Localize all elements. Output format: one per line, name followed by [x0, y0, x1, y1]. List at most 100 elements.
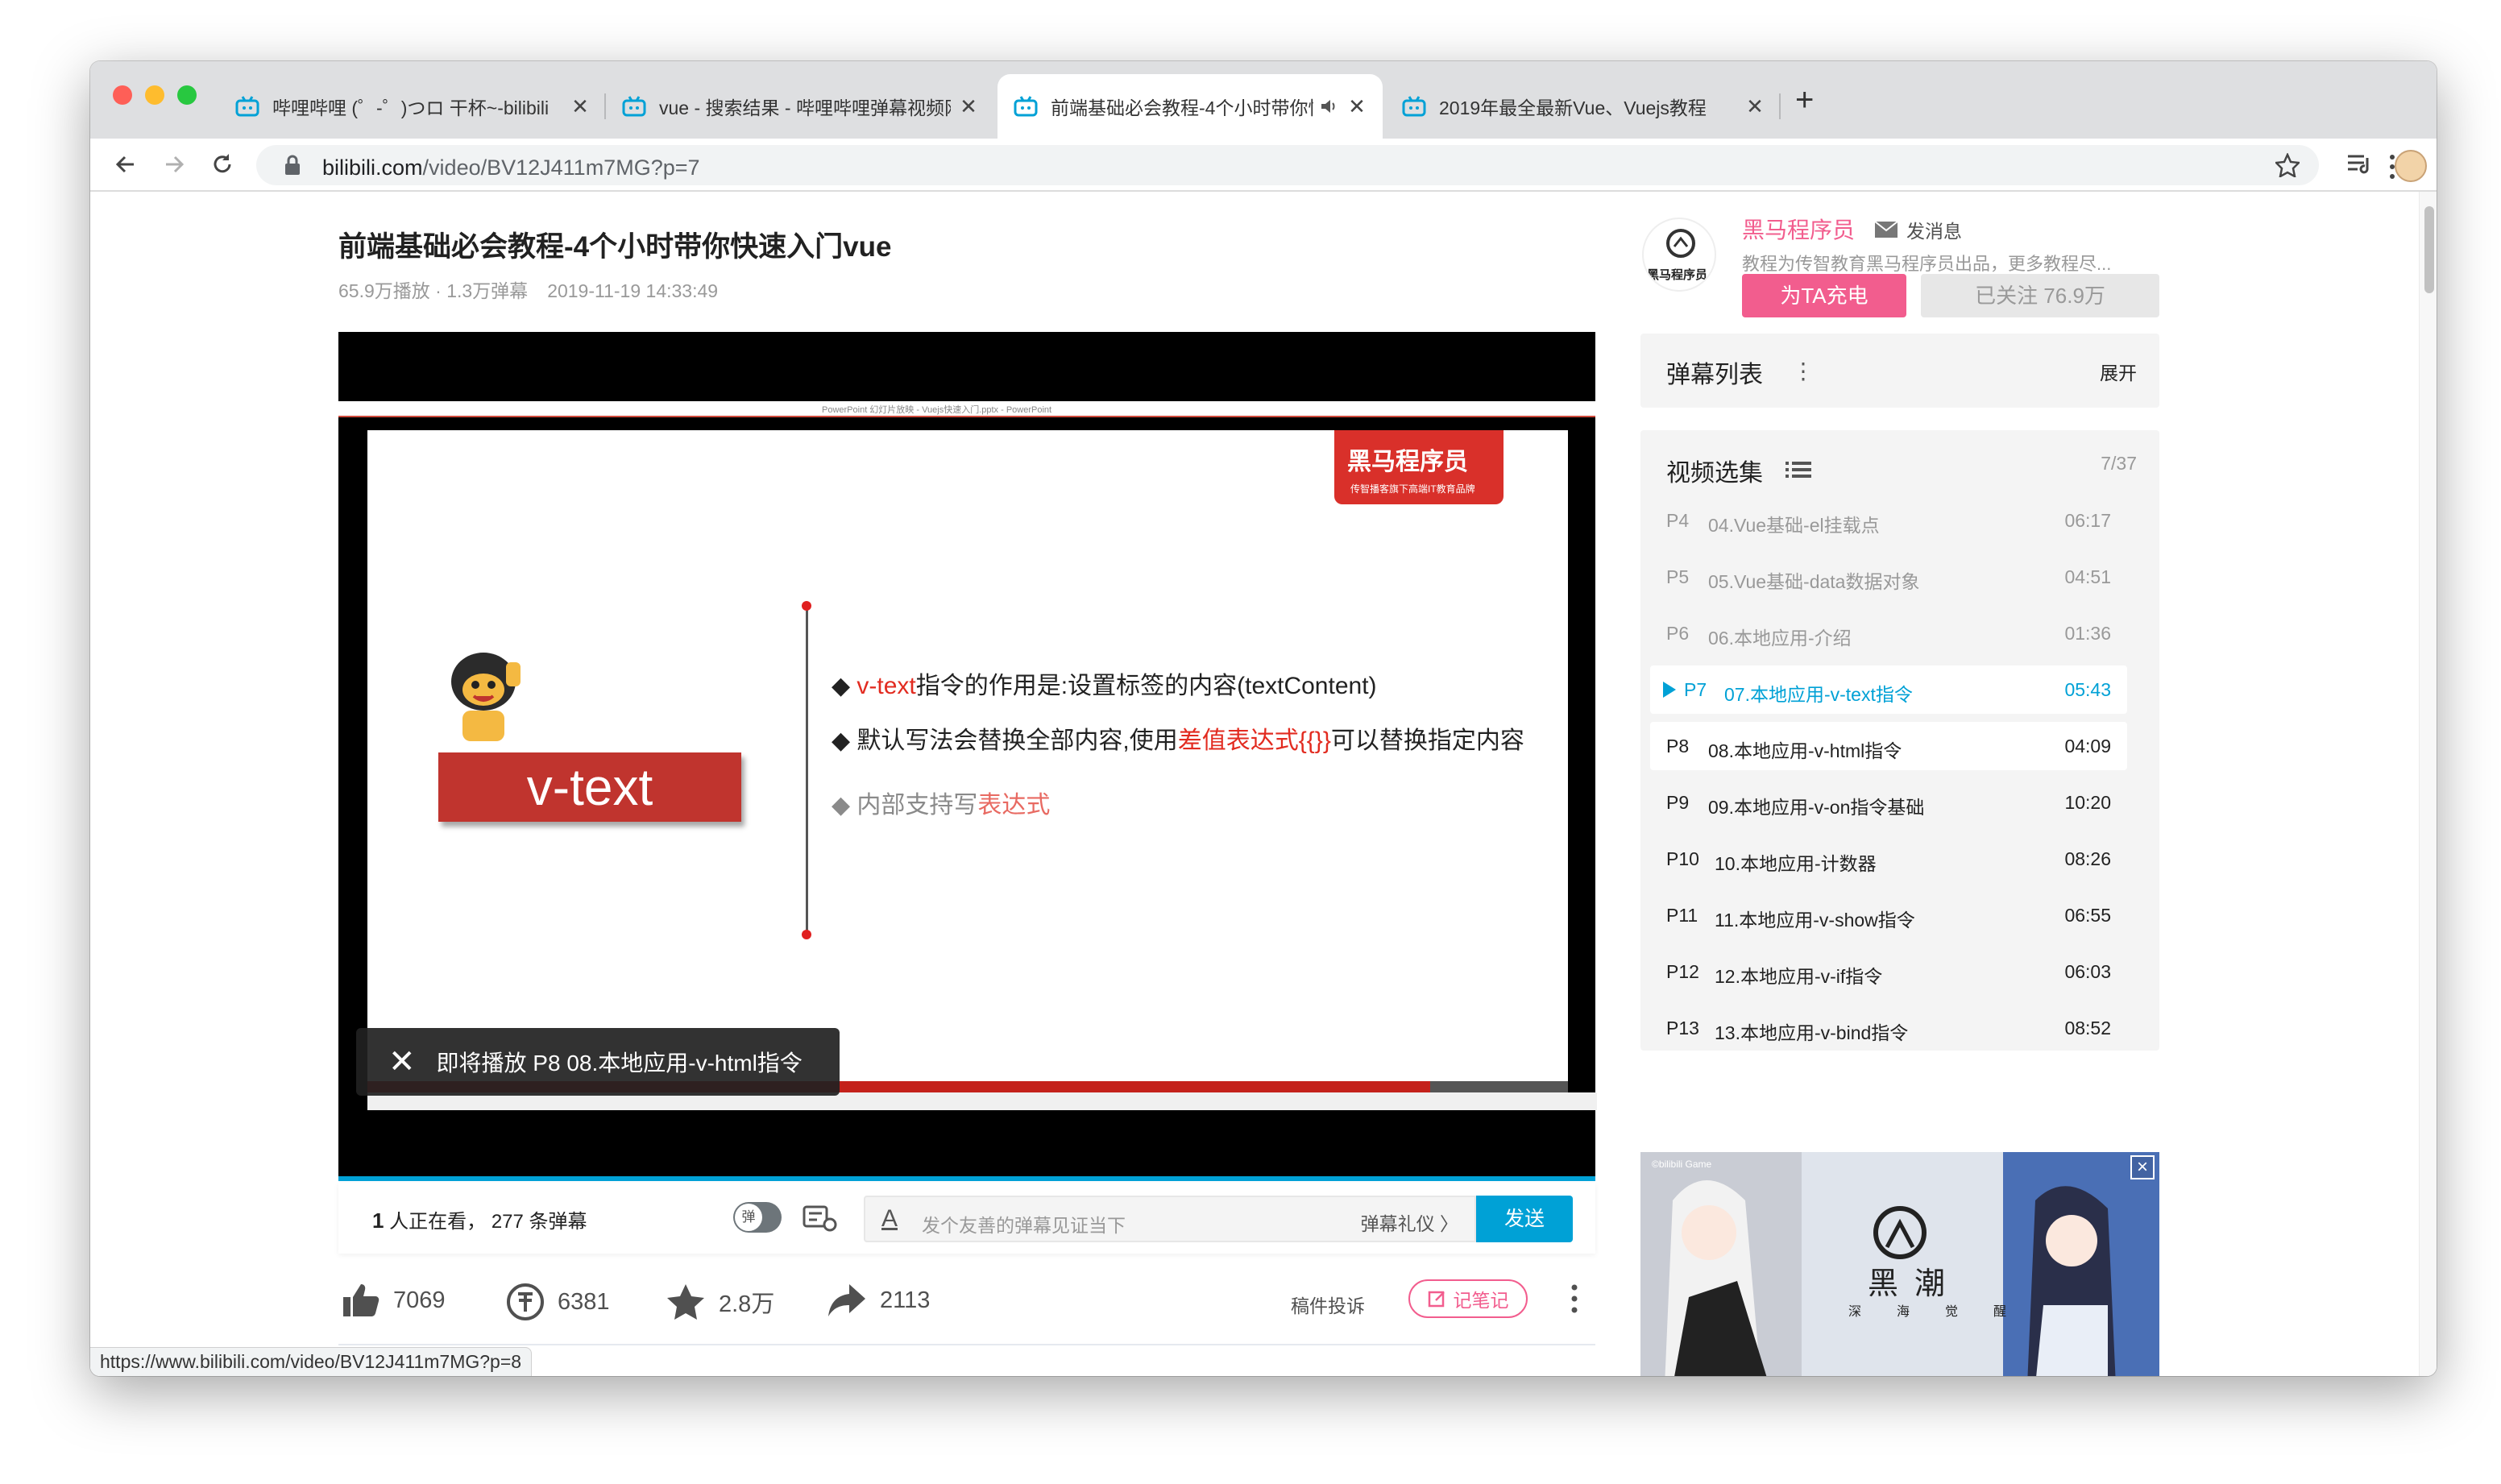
- note-button[interactable]: 记笔记: [1408, 1279, 1528, 1318]
- note-label: 记笔记: [1453, 1290, 1509, 1311]
- page-scrollbar[interactable]: [2419, 192, 2437, 1376]
- divider: [338, 1344, 1595, 1345]
- next-tip-text: 即将播放 P8 08.本地应用-v-html指令: [436, 1051, 803, 1076]
- episode-duration: 05:43: [2064, 679, 2111, 700]
- ad-logo-subtext: 深海觉醒: [1848, 1305, 2043, 1319]
- scrollbar-thumb[interactable]: [2424, 206, 2434, 293]
- danmaku-etiquette-link[interactable]: 弹幕礼仪 〉: [1361, 1208, 1458, 1236]
- episode-number: P4: [1666, 510, 1690, 531]
- ad-banner[interactable]: ©bilibili Game 黑潮 深海觉醒 ×: [1640, 1152, 2159, 1376]
- reload-icon[interactable]: [208, 150, 237, 179]
- episode-number: P10: [1666, 848, 1699, 869]
- playlist-item[interactable]: P13 13.本地应用-v-bind指令 08:52: [1650, 1004, 2127, 1051]
- speaker-icon[interactable]: [1320, 98, 1339, 114]
- tab-separator: [1779, 93, 1781, 119]
- kebab-menu-icon[interactable]: [2388, 153, 2396, 180]
- maximize-window-button[interactable]: [177, 85, 197, 105]
- player-progress-bar[interactable]: [338, 1176, 1595, 1181]
- minimize-window-button[interactable]: [145, 85, 164, 105]
- tab-bilibili-home[interactable]: 哔哩哔哩 (゜-゜)つロ 干杯~-bilibili ✕: [219, 74, 606, 139]
- coin-button[interactable]: 6381: [506, 1283, 610, 1321]
- playlist-item[interactable]: P4 04.Vue基础-el挂载点 06:17: [1650, 496, 2127, 545]
- lock-icon[interactable]: [284, 155, 301, 176]
- reading-list-icon[interactable]: [2346, 153, 2374, 177]
- divider-dot-top: [802, 601, 811, 611]
- coin-icon: [507, 1283, 544, 1320]
- close-tab-icon[interactable]: ✕: [1745, 94, 1765, 119]
- tab-current-video[interactable]: 前端基础必会教程-4个小时带你快速入门vue ✕: [997, 74, 1383, 139]
- bullet-text: 默认写法会替换全部内容,使用: [856, 727, 1178, 754]
- playlist-item[interactable]: P12 12.本地应用-v-if指令 06:03: [1650, 947, 2127, 996]
- text-style-icon[interactable]: A: [881, 1205, 898, 1233]
- favorite-button[interactable]: 2.8万: [666, 1283, 774, 1321]
- danmaku-placeholder: 发个友善的弹幕见证当下: [922, 1215, 1126, 1236]
- slide-progress-track: [1430, 1081, 1568, 1092]
- playlist-item-next[interactable]: P8 08.本地应用-v-html指令 04:09: [1650, 722, 2127, 770]
- ad-close-button[interactable]: ×: [2130, 1155, 2155, 1179]
- more-options-icon[interactable]: [1570, 1283, 1579, 1315]
- charge-button[interactable]: 为TA充电: [1742, 274, 1906, 317]
- send-button[interactable]: 发送: [1476, 1196, 1573, 1242]
- playlist-count: 7/37: [2101, 453, 2137, 474]
- share-button[interactable]: 2113: [827, 1283, 930, 1318]
- playlist-item-current[interactable]: P7 07.本地应用-v-text指令 05:43: [1650, 665, 2127, 714]
- new-tab-button[interactable]: +: [1795, 84, 1814, 116]
- playlist-item[interactable]: P11 11.本地应用-v-show指令 06:55: [1650, 891, 2127, 939]
- tab-vue-tutorial[interactable]: 2019年最全最新Vue、Vuejs教程 ✕: [1386, 74, 1781, 139]
- close-tab-icon[interactable]: ✕: [570, 94, 590, 119]
- danmaku-toggle[interactable]: 弹: [733, 1202, 782, 1233]
- episode-number: P7: [1684, 679, 1707, 700]
- danmaku-count: 277 条弹幕: [491, 1211, 587, 1233]
- danmaku-settings-icon[interactable]: [803, 1204, 838, 1233]
- profile-avatar[interactable]: [2395, 150, 2427, 182]
- slide-bullet-2: ◆ 默认写法会替换全部内容,使用差值表达式{{}}可以替换指定内容: [832, 720, 1524, 756]
- close-window-button[interactable]: [113, 85, 132, 105]
- followed-button[interactable]: 已关注 76.9万: [1921, 274, 2159, 317]
- message-button[interactable]: 发消息: [1874, 216, 1962, 243]
- browser-window: 哔哩哔哩 (゜-゜)つロ 干杯~-bilibili ✕ vue - 搜索结果 -…: [90, 61, 2437, 1376]
- playlist-item[interactable]: P9 09.本地应用-v-on指令基础 10:20: [1650, 778, 2127, 827]
- video-title: 前端基础必会教程-4个小时带你快速入门vue: [338, 231, 892, 263]
- playlist-item[interactable]: P10 10.本地应用-计数器 08:26: [1650, 835, 2127, 883]
- playlist-item[interactable]: P6 06.本地应用-介绍 01:36: [1650, 609, 2127, 657]
- playlist-item[interactable]: P5 05.Vue基础-data数据对象 04:51: [1650, 553, 2127, 601]
- ppt-window-title: PowerPoint 幻灯片放映 - Vuejs快速入门.pptx - Powe…: [338, 401, 1595, 417]
- share-icon: [828, 1284, 865, 1316]
- divider-dot-bottom: [802, 930, 811, 939]
- bilibili-tv-icon: [1402, 96, 1426, 117]
- forward-icon[interactable]: [160, 150, 189, 179]
- expand-button[interactable]: 展开: [2100, 358, 2137, 385]
- episode-number: P6: [1666, 623, 1690, 644]
- danmaku-input[interactable]: A 发个友善的弹幕见证当下 弹幕礼仪 〉: [864, 1196, 1476, 1242]
- url-host: bilibili.com: [322, 155, 423, 180]
- next-episode-tip[interactable]: ✕ 即将播放 P8 08.本地应用-v-html指令: [356, 1028, 840, 1096]
- address-bar[interactable]: bilibili.com/video/BV12J411m7MG?p=7: [256, 145, 2319, 185]
- close-tip-icon[interactable]: ✕: [388, 1043, 416, 1080]
- danmaku-list-panel[interactable]: 弹幕列表 ⋮ 展开: [1640, 334, 2159, 408]
- bullet-text: 可以替换指定内容: [1330, 727, 1524, 754]
- danmaku-list-menu-icon[interactable]: ⋮: [1792, 358, 1815, 384]
- watching-count: 1: [372, 1208, 384, 1233]
- playlist-title: 视频选集: [1666, 460, 1763, 487]
- uploader-avatar[interactable]: 黑马程序员: [1642, 218, 1716, 292]
- message-label: 发消息: [1906, 221, 1962, 242]
- episode-duration: 06:17: [2064, 510, 2111, 531]
- brand-logo: 黑马程序员 传智播客旗下高端IT教育品牌: [1334, 430, 1504, 504]
- close-tab-icon[interactable]: ✕: [1347, 94, 1367, 119]
- tab-vue-search[interactable]: vue - 搜索结果 - 哔哩哔哩弹幕视频网 ✕: [606, 74, 994, 139]
- like-button[interactable]: 7069: [342, 1283, 446, 1318]
- close-tab-icon[interactable]: ✕: [959, 94, 978, 119]
- like-count: 7069: [393, 1287, 446, 1313]
- tab-strip: 哔哩哔哩 (゜-゜)つロ 干杯~-bilibili ✕ vue - 搜索结果 -…: [90, 61, 2437, 139]
- favorite-count: 2.8万: [719, 1291, 775, 1317]
- report-link[interactable]: 稿件投诉: [1291, 1291, 1365, 1318]
- avatar-text: 黑马程序员: [1647, 268, 1708, 282]
- uploader-name[interactable]: 黑马程序员: [1742, 213, 1855, 245]
- bullet-marker: ◆: [832, 792, 851, 819]
- back-icon[interactable]: [111, 150, 140, 179]
- bookmark-star-icon[interactable]: [2275, 153, 2300, 177]
- episode-number: P13: [1666, 1018, 1699, 1038]
- list-icon[interactable]: [1786, 461, 1811, 479]
- tab-title: 2019年最全最新Vue、Vuejs教程: [1439, 97, 1707, 118]
- video-player[interactable]: PowerPoint 幻灯片放映 - Vuejs快速入门.pptx - Powe…: [338, 332, 1597, 1179]
